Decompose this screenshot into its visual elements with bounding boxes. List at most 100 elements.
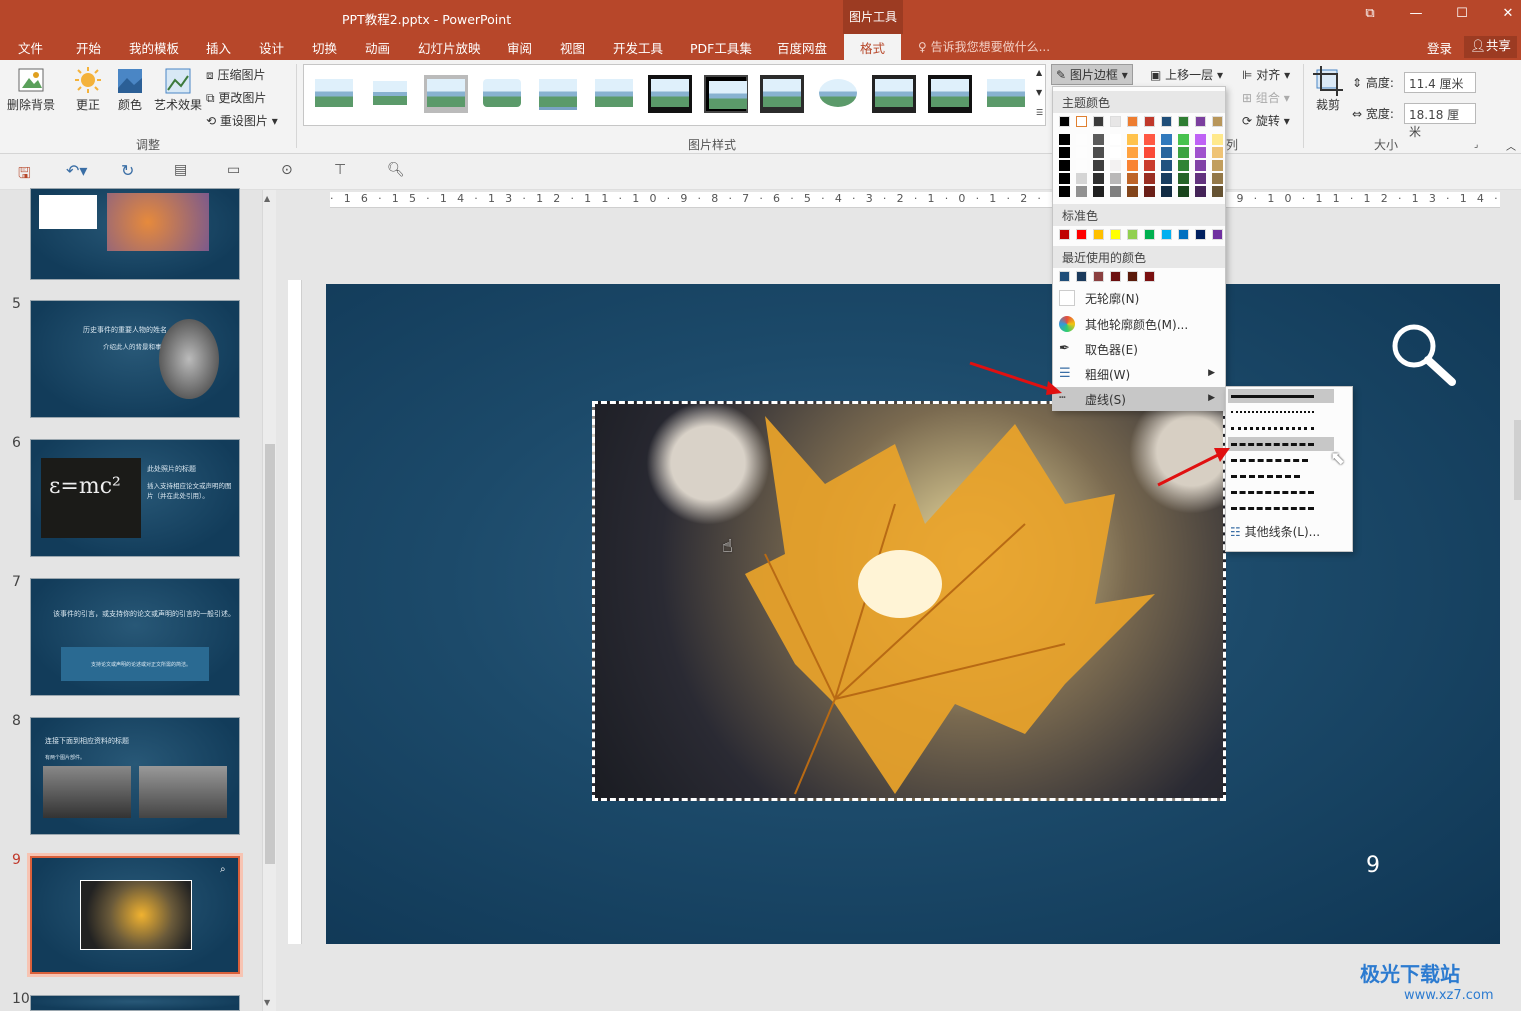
color-swatch[interactable]: [1144, 229, 1155, 240]
color-swatch[interactable]: [1127, 116, 1138, 127]
style-thumbnail[interactable]: [536, 75, 580, 113]
color-shade-swatch[interactable]: [1076, 134, 1087, 145]
style-thumbnail[interactable]: [312, 75, 356, 113]
dashes-item[interactable]: ┅ 虚线(S) ▶: [1053, 387, 1225, 411]
tab-developer[interactable]: 开发工具: [613, 38, 663, 57]
color-shade-swatch[interactable]: [1059, 160, 1070, 171]
color-shade-swatch[interactable]: [1212, 186, 1223, 197]
color-shade-swatch[interactable]: [1178, 134, 1189, 145]
color-swatch[interactable]: [1076, 116, 1087, 127]
color-shade-swatch[interactable]: [1178, 160, 1189, 171]
color-swatch[interactable]: [1195, 116, 1206, 127]
tab-baidu-netdisk[interactable]: 百度网盘: [777, 38, 827, 57]
color-shade-swatch[interactable]: [1144, 147, 1155, 158]
color-swatch[interactable]: [1059, 271, 1070, 282]
color-shade-swatch[interactable]: [1161, 134, 1172, 145]
color-swatch[interactable]: [1178, 229, 1189, 240]
dash-dash-dot-option[interactable]: [1228, 453, 1334, 467]
color-swatch[interactable]: [1195, 229, 1206, 240]
color-shade-swatch[interactable]: [1178, 173, 1189, 184]
remove-background-button[interactable]: 删除背景: [4, 66, 58, 113]
dash-square-dot-option[interactable]: [1228, 421, 1334, 435]
dash-dash-option[interactable]: [1228, 437, 1334, 451]
present-icon[interactable]: ⊤: [334, 162, 346, 178]
color-shade-swatch[interactable]: [1110, 173, 1121, 184]
color-shade-swatch[interactable]: [1076, 160, 1087, 171]
color-swatch[interactable]: [1161, 229, 1172, 240]
style-thumbnail[interactable]: [928, 75, 972, 113]
tab-design[interactable]: 设计: [259, 38, 284, 57]
color-shade-swatch[interactable]: [1212, 173, 1223, 184]
color-shade-swatch[interactable]: [1110, 134, 1121, 145]
tab-format[interactable]: 格式: [844, 34, 902, 60]
slide-thumbnail[interactable]: 历史事件的重要人物的姓名 介绍此人的背景和事件的影响。: [30, 300, 240, 418]
color-shade-swatch[interactable]: [1127, 134, 1138, 145]
color-swatch[interactable]: [1161, 116, 1172, 127]
style-thumbnail[interactable]: [480, 75, 524, 113]
tab-my-templates[interactable]: 我的模板: [129, 38, 179, 57]
color-shade-swatch[interactable]: [1110, 160, 1121, 171]
gallery-more[interactable]: ☰: [1036, 108, 1043, 117]
canvas-scrollbar[interactable]: [1514, 420, 1521, 500]
color-shade-swatch[interactable]: [1195, 134, 1206, 145]
color-shade-swatch[interactable]: [1195, 147, 1206, 158]
color-swatch[interactable]: [1110, 229, 1121, 240]
scrollbar-thumb[interactable]: [265, 444, 275, 864]
reset-picture-button[interactable]: ⟲ 重设图片 ▾: [206, 112, 278, 129]
color-shade-swatch[interactable]: [1195, 160, 1206, 171]
color-swatch[interactable]: [1127, 271, 1138, 282]
tab-animations[interactable]: 动画: [365, 38, 390, 57]
more-outline-colors-item[interactable]: 其他轮廓颜色(M)...: [1053, 312, 1225, 336]
change-picture-button[interactable]: ⧉ 更改图片: [206, 89, 266, 106]
color-button[interactable]: 颜色: [112, 66, 148, 113]
color-shade-swatch[interactable]: [1093, 173, 1104, 184]
slide-thumbnail[interactable]: [30, 188, 240, 280]
login-link[interactable]: 登录: [1427, 38, 1452, 57]
color-shade-swatch[interactable]: [1059, 186, 1070, 197]
picture-border-button[interactable]: ✎ 图片边框 ▾: [1051, 64, 1133, 85]
color-shade-swatch[interactable]: [1110, 186, 1121, 197]
slide-thumbnail[interactable]: [30, 995, 240, 1011]
no-outline-item[interactable]: 无轮廓(N): [1053, 286, 1225, 310]
tab-home[interactable]: 开始: [76, 38, 101, 57]
color-shade-swatch[interactable]: [1144, 186, 1155, 197]
style-thumbnail[interactable]: [648, 75, 692, 113]
color-swatch[interactable]: [1076, 229, 1087, 240]
tab-review[interactable]: 审阅: [507, 38, 532, 57]
style-thumbnail[interactable]: [704, 75, 748, 113]
slide-thumbnail[interactable]: 该事件的引言，或支持你的论文或声明的引言的一般引述。 支持论文或声明的论述或对正…: [30, 578, 240, 696]
tell-me-box[interactable]: ♀ 告诉我您想要做什么...: [918, 38, 1050, 55]
tab-file[interactable]: 文件: [18, 38, 43, 57]
slide-thumbnail[interactable]: 连接下面到相应资料的标题 有两个图片部件。: [30, 717, 240, 835]
tab-slideshow[interactable]: 幻灯片放映: [418, 38, 481, 57]
tab-insert[interactable]: 插入: [206, 38, 231, 57]
dash-long-dash-dot-option[interactable]: [1228, 485, 1334, 499]
color-shade-swatch[interactable]: [1076, 147, 1087, 158]
undo-icon[interactable]: ↶▾: [66, 161, 87, 180]
bring-forward-button[interactable]: ▣ 上移一层 ▾: [1150, 66, 1223, 83]
style-thumbnail[interactable]: [368, 75, 412, 113]
more-lines-item[interactable]: ☷ 其他线条(L)...: [1230, 523, 1320, 540]
style-thumbnail[interactable]: [760, 75, 804, 113]
gallery-scroll-down[interactable]: ▼: [1036, 88, 1042, 97]
color-swatch[interactable]: [1093, 229, 1104, 240]
color-shade-swatch[interactable]: [1161, 160, 1172, 171]
style-thumbnail[interactable]: [424, 75, 468, 113]
color-shade-swatch[interactable]: [1212, 160, 1223, 171]
tab-transitions[interactable]: 切换: [312, 38, 337, 57]
slide-thumbnail-selected[interactable]: ⌕: [27, 853, 243, 977]
color-swatch[interactable]: [1144, 116, 1155, 127]
layout-icon[interactable]: ▭: [227, 162, 240, 178]
crop-button[interactable]: 裁剪: [1310, 66, 1346, 113]
share-button[interactable]: 👤︎共享: [1464, 36, 1517, 58]
eyedropper-item[interactable]: ✒ 取色器(E): [1053, 337, 1225, 361]
color-shade-swatch[interactable]: [1093, 134, 1104, 145]
size-dialog-launcher[interactable]: ⌟: [1474, 140, 1478, 150]
color-swatch[interactable]: [1110, 116, 1121, 127]
align-button[interactable]: ⊫ 对齐 ▾: [1242, 66, 1290, 83]
color-shade-swatch[interactable]: [1059, 134, 1070, 145]
slideshow-icon[interactable]: ⊙: [281, 162, 293, 178]
color-shade-swatch[interactable]: [1127, 173, 1138, 184]
artistic-effects-button[interactable]: 艺术效果: [152, 66, 204, 113]
corrections-button[interactable]: 更正: [70, 66, 106, 113]
